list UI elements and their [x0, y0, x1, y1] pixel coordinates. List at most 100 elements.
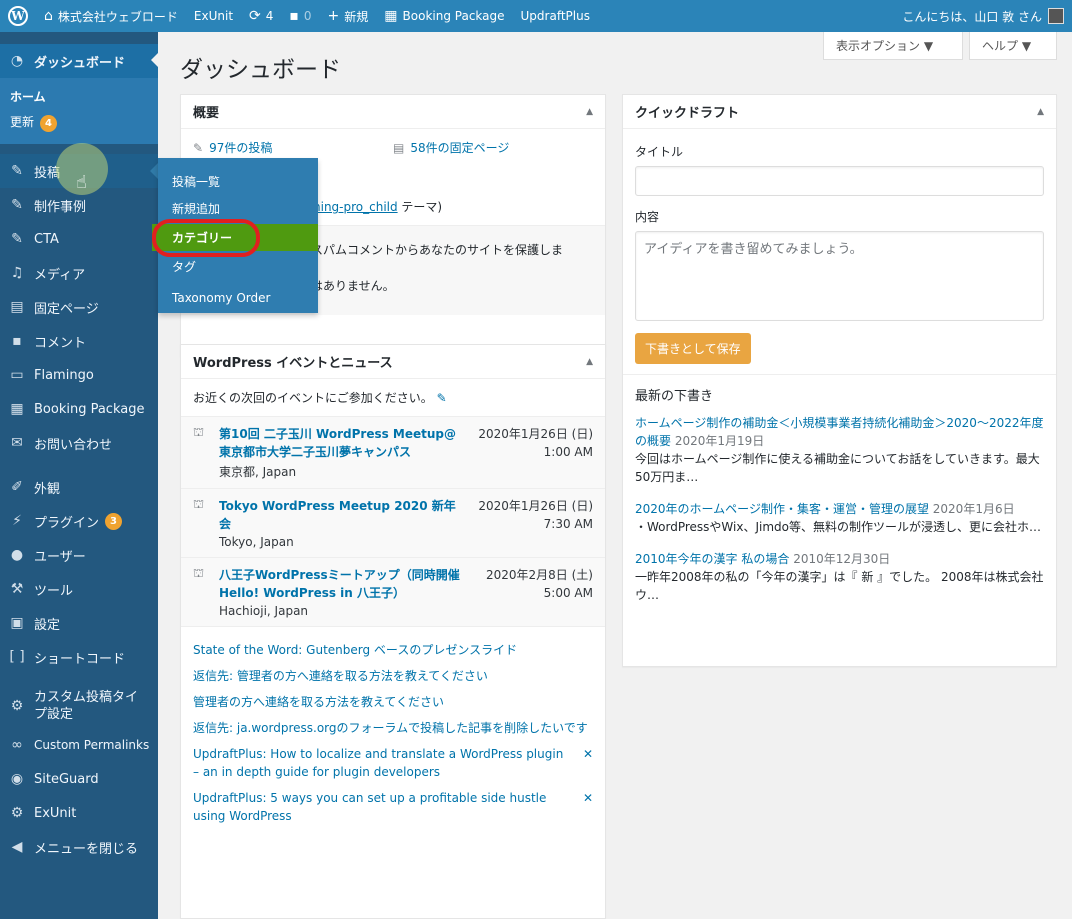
events-widget: WordPress イベントとニュース ▲ お近くの次回のイベントにご参加ください…	[180, 344, 606, 919]
comment-icon: ▪	[289, 8, 299, 24]
news-link[interactable]: 管理者の方へ連絡を取る方法を教えてください	[193, 693, 593, 711]
collapse-toggle-icon[interactable]: ▲	[586, 107, 593, 117]
flyout-tags[interactable]: タグ	[158, 253, 318, 280]
event-time: 1:00 AM	[543, 445, 593, 459]
posts-count-link: 97件の投稿	[209, 141, 273, 155]
edit-location-icon[interactable]: ✎	[437, 391, 447, 405]
recent-drafts: 最新の下書き ホームページ制作の補助金＜小規模事業者持続化補助金＞2020～20…	[623, 374, 1056, 628]
draft-title-link[interactable]: 2020年のホームページ制作・集客・運営・管理の展望	[635, 502, 929, 516]
draft-content-textarea[interactable]: アイディアを書き留めてみましょう。	[635, 231, 1044, 321]
menu-tools[interactable]: ⚒ ツール	[0, 572, 158, 606]
flyout-add-new[interactable]: 新規追加	[158, 195, 318, 222]
event-icon: ⛫	[193, 497, 205, 511]
draft-excerpt: 今回はホームページ制作に使える補助金についてお話をしていきます。最大50万円ま…	[635, 452, 1040, 484]
menu-comments[interactable]: ▪ コメント	[0, 324, 158, 358]
menu-custom-permalinks[interactable]: ∞ Custom Permalinks	[0, 728, 158, 762]
collapse-toggle-icon[interactable]: ▲	[586, 357, 593, 367]
spam-text-2: はありません。	[311, 279, 395, 293]
brush-icon: ✐	[11, 479, 23, 495]
news-title: 管理者の方へ連絡を取る方法を教えてください	[193, 695, 445, 709]
wordpress-icon: W	[8, 6, 28, 26]
page-icon: ▤	[393, 140, 405, 155]
event-title-link[interactable]: 八王子WordPressミートアップ（同時開催Hello! WordPress …	[219, 566, 463, 602]
dismiss-icon[interactable]: ✕	[573, 745, 593, 781]
gear-icon: ⚙	[10, 805, 24, 821]
submenu-home[interactable]: ホーム	[0, 84, 158, 109]
draft-title-link[interactable]: 2010年今年の漢字 私の場合	[635, 552, 789, 566]
highlight-annotation	[152, 219, 260, 257]
menu-label: コメント	[34, 335, 87, 351]
news-link[interactable]: 返信先: 管理者の方へ連絡を取る方法を教えてください	[193, 667, 593, 685]
help-button[interactable]: ヘルプ ▼	[969, 32, 1057, 60]
glance-pages[interactable]: ▤ 58件の固定ページ	[393, 139, 593, 156]
collapse-menu[interactable]: ◀ メニューを閉じる	[0, 830, 158, 864]
event-location: Hachioji, Japan	[219, 604, 309, 618]
submenu-updates[interactable]: 更新 4	[0, 109, 158, 136]
draft-title-input[interactable]	[635, 166, 1044, 196]
news-title: State of the Word: Gutenberg ベースのプレゼンスライ…	[193, 643, 518, 657]
mail-icon: ✉	[11, 435, 23, 451]
events-intro-text: お近くの次回のイベントにご参加ください。	[193, 391, 433, 405]
admin-bar: W ⌂ 株式会社ウェブロード ExUnit ⟳ 4 ▪ 0 + 新規 ▦ Booking …	[0, 0, 1072, 32]
news-link[interactable]: 返信先: ja.wordpress.orgのフォーラムで投稿した記事を削除したい…	[193, 719, 593, 737]
menu-exunit[interactable]: ⚙ ExUnit	[0, 796, 158, 830]
menu-media[interactable]: ♫ メディア	[0, 256, 158, 290]
quick-draft-form: タイトル 内容 アイディアを書き留めてみましょう。 下書きとして保存	[623, 129, 1056, 374]
menu-dashboard[interactable]: ◔ ダッシュボード	[0, 44, 159, 78]
news-title: 返信先: ja.wordpress.orgのフォーラムで投稿した記事を削除したい…	[193, 721, 588, 735]
help-label: ヘルプ ▼	[982, 39, 1032, 53]
news-link[interactable]: State of the Word: Gutenberg ベースのプレゼンスライ…	[193, 641, 593, 659]
menu-cta[interactable]: ✎ CTA	[0, 222, 158, 256]
event-title-link[interactable]: Tokyo WordPress Meetup 2020 新年会	[219, 497, 463, 533]
menu-label: ツール	[34, 583, 74, 599]
menu-users[interactable]: ● ユーザー	[0, 538, 158, 572]
menu-shortcode[interactable]: [ ] ショートコード	[0, 640, 158, 674]
draft-excerpt: 一昨年2008年の私の「今年の漢字」は『 新 』でした。 2008年は株式会社ウ…	[635, 570, 1044, 602]
home-icon: ⌂	[44, 8, 53, 24]
menu-siteguard[interactable]: ◉ SiteGuard	[0, 762, 158, 796]
new-content-menu[interactable]: + 新規	[320, 0, 377, 32]
wp-logo-menu[interactable]: W	[0, 0, 36, 32]
menu-label: 固定ページ	[34, 301, 99, 317]
event-time: 5:00 AM	[543, 586, 593, 600]
plus-icon: +	[327, 8, 340, 24]
page-title: ダッシュボード	[180, 57, 341, 83]
news-title: 返信先: 管理者の方へ連絡を取る方法を教えてください	[193, 669, 488, 683]
pin-icon: ✎	[11, 197, 23, 213]
theme-link[interactable]: ning-pro_child	[313, 200, 398, 214]
link-icon: ∞	[11, 737, 23, 753]
news-link[interactable]: UpdraftPlus: 5 ways you can set up a pro…	[193, 789, 593, 825]
booking-menu[interactable]: ▦ Booking Package	[376, 0, 512, 32]
submenu-updates-label: 更新	[10, 115, 35, 129]
updates-menu[interactable]: ⟳ 4	[241, 0, 281, 32]
menu-custom-post[interactable]: ⚙ カスタム投稿タイプ設定	[0, 684, 158, 728]
updraft-menu[interactable]: UpdraftPlus	[513, 0, 598, 32]
screen-options-button[interactable]: 表示オプション ▼	[823, 32, 963, 60]
my-account-menu[interactable]: こんにちは、山口 敦 さん	[894, 0, 1072, 32]
updates-count: 4	[265, 9, 274, 23]
flyout-all-posts[interactable]: 投稿一覧	[158, 168, 318, 195]
event-title-link[interactable]: 第10回 二子玉川 WordPress Meetup@東京都市大学二子玉川夢キャ…	[219, 425, 463, 461]
news-link[interactable]: UpdraftPlus: How to localize and transla…	[193, 745, 593, 781]
widget-title: WordPress イベントとニュース	[193, 356, 393, 371]
glance-posts[interactable]: ✎ 97件の投稿	[193, 139, 393, 156]
menu-label: メニューを閉じる	[34, 841, 139, 857]
menu-flamingo[interactable]: ▭ Flamingo	[0, 358, 158, 392]
menu-pages[interactable]: ▤ 固定ページ	[0, 290, 158, 324]
dismiss-icon[interactable]: ✕	[573, 789, 593, 825]
menu-plugins[interactable]: ⚡ プラグイン 3	[0, 504, 158, 538]
site-name-menu[interactable]: ⌂ 株式会社ウェブロード	[36, 0, 186, 32]
menu-settings[interactable]: ▣ 設定	[0, 606, 158, 640]
save-draft-button[interactable]: 下書きとして保存	[635, 333, 751, 364]
menu-appearance[interactable]: ✐ 外観	[0, 470, 158, 504]
collapse-toggle-icon[interactable]: ▲	[1037, 107, 1044, 117]
site-name: 株式会社ウェブロード	[57, 9, 178, 24]
widget-title: 概要	[193, 106, 220, 121]
menu-contact[interactable]: ✉ お問い合わせ	[0, 426, 158, 460]
flyout-taxonomy-order[interactable]: Taxonomy Order	[158, 286, 318, 310]
comments-menu[interactable]: ▪ 0	[281, 0, 319, 32]
exunit-menu[interactable]: ExUnit	[186, 0, 241, 32]
events-intro: お近くの次回のイベントにご参加ください。 ✎	[181, 379, 605, 417]
menu-label: 外観	[34, 481, 61, 497]
menu-booking[interactable]: ▦ Booking Package	[0, 392, 158, 426]
